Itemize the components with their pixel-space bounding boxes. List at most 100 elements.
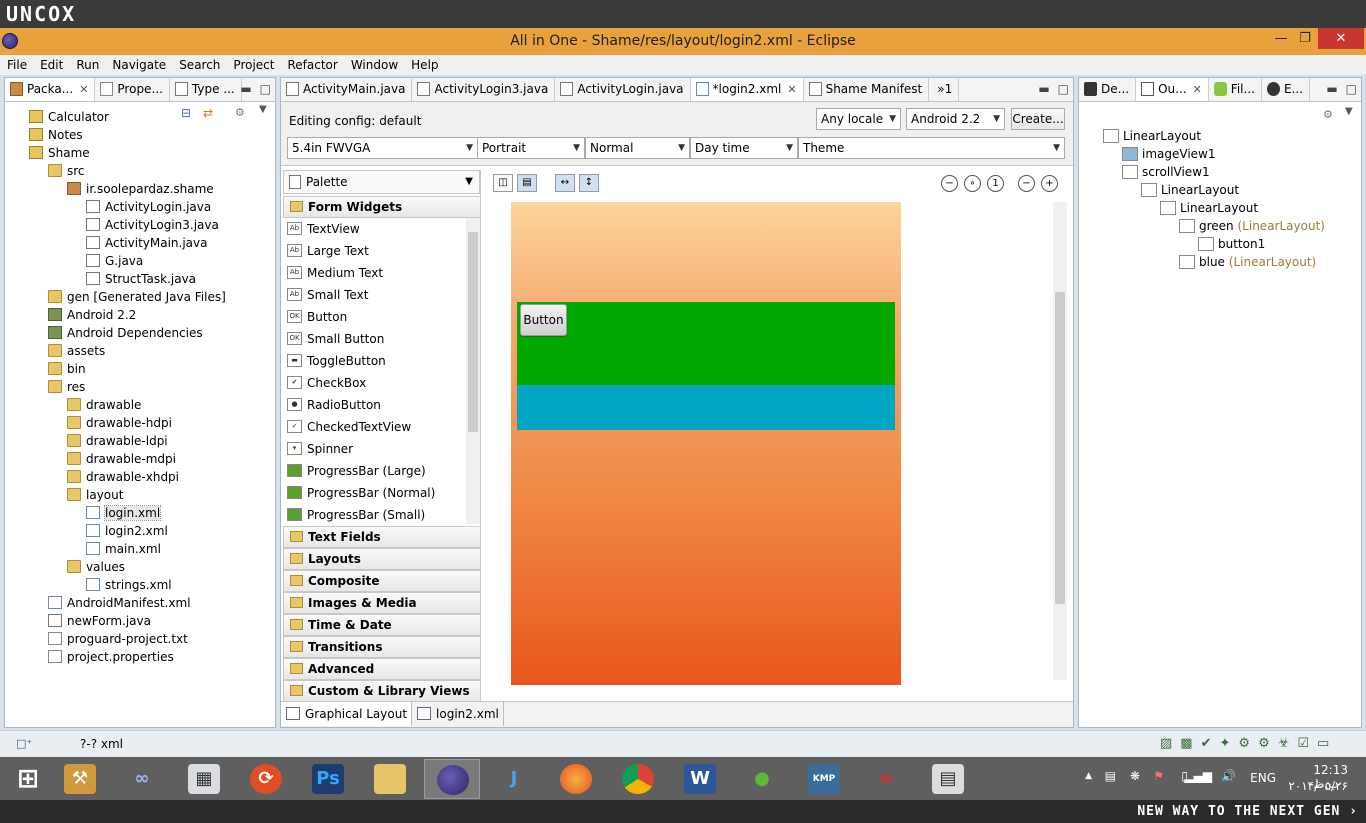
tree-item[interactable]: project.properties [48,648,174,666]
tree-item[interactable]: drawable-hdpi [67,414,172,432]
tab-file-explorer[interactable]: Fil... [1209,78,1262,101]
theme-select[interactable]: Theme ▼ [798,137,1065,159]
tray-icon-flag[interactable]: ⚑ [1153,769,1164,783]
palette-item[interactable]: OK Button [283,306,466,328]
palette-item[interactable]: OK Small Button [283,328,466,350]
tab-package-explorer[interactable]: Packa... ✕ [5,78,96,101]
tree-item[interactable]: drawable-mdpi [67,450,176,468]
tree-item[interactable]: bin [48,360,86,378]
tree-item[interactable]: Calculator [29,108,109,126]
start-button[interactable]: ⊞ [0,759,56,799]
wizard-icon[interactable]: ✦ [1220,736,1231,751]
menu-navigate[interactable]: Navigate [105,55,172,75]
device-select[interactable]: 5.4in FWVGA ▼ [287,137,478,159]
taskbar-explorer[interactable] [362,759,418,799]
editor-tab[interactable]: ActivityLogin3.java [412,78,556,101]
tab-outline[interactable]: Ou... ✕ [1136,78,1209,101]
close-icon[interactable]: ✕ [1193,83,1202,96]
palette-category[interactable]: Layouts [283,548,481,570]
outline-item[interactable]: blue (LinearLayout) [1179,253,1316,271]
tree-item[interactable]: StructTask.java [86,270,196,288]
signal-icon[interactable]: ▂▄▆ [1184,769,1212,783]
tree-item[interactable]: drawable-xhdpi [67,468,179,486]
menu-project[interactable]: Project [226,55,280,75]
volume-icon[interactable]: 🔊 [1221,769,1236,783]
clock-date[interactable]: ۲۰۱۴/۰۵/۲۶ [1288,779,1348,793]
palette-category-form-widgets[interactable]: Form Widgets [283,196,481,218]
chevron-down-icon[interactable]: ▼ [1345,106,1353,117]
tree-item[interactable]: values [67,558,125,576]
taskbar-app-red[interactable]: ⟳ [238,759,294,799]
tab-type-hierarchy[interactable]: Type ... [170,78,242,101]
palette-category[interactable]: Advanced [283,658,481,680]
show-hidden-icons[interactable]: ▲ [1085,771,1092,781]
palette-category[interactable]: Custom & Library Views [283,680,481,702]
editor-tab[interactable]: »1 [929,78,960,101]
close-icon[interactable]: ✕ [787,83,796,96]
palette-category[interactable]: Transitions [283,636,481,658]
preview-button[interactable]: Button [520,304,567,336]
palette-item[interactable]: ▾ Spinner [283,438,466,460]
tools-icon[interactable]: ⚙ [1238,736,1250,751]
minimize-icon[interactable]: ▬ [1326,78,1337,100]
taskbar-kmplayer[interactable]: KMP [796,759,852,799]
tree-item[interactable]: drawable [67,396,141,414]
link-with-editor-icon[interactable]: ⇄ [203,106,213,120]
tray-icon-shield[interactable]: ❋ [1130,769,1140,783]
tree-item[interactable]: ActivityLogin.java [86,198,211,216]
outline-item[interactable]: LinearLayout [1141,181,1239,199]
taskbar-app-rings[interactable]: ∞ [858,759,914,799]
editor-tab[interactable]: Shame Manifest [804,78,930,101]
tree-item[interactable]: AndroidManifest.xml [48,594,191,612]
taskbar-photoshop[interactable]: Ps [300,759,356,799]
tree-item[interactable]: Android Dependencies [48,324,203,342]
view-menu-icon[interactable]: ⚙ [1323,108,1333,121]
tree-item[interactable]: ActivityLogin3.java [86,216,219,234]
taskbar-calculator[interactable]: ▦ [176,759,232,799]
palette-category[interactable]: Text Fields [283,526,481,548]
tree-item[interactable]: login2.xml [86,522,168,540]
language-indicator[interactable]: ENG [1250,771,1276,785]
outline-item[interactable]: green (LinearLayout) [1179,217,1325,235]
tree-item[interactable]: G.java [86,252,143,270]
menu-file[interactable]: File [0,55,33,75]
editor-tab[interactable]: ActivityMain.java [281,78,413,101]
create-button[interactable]: Create... [1011,108,1065,130]
layout-horizontal-icon[interactable]: ◫ [493,174,513,192]
tree-item[interactable]: newForm.java [48,612,151,630]
view-menu-icon[interactable]: ⚙ [235,106,245,119]
close-button[interactable]: ✕ [1318,28,1364,49]
palette-item[interactable]: ✓ CheckedTextView [283,416,466,438]
taskbar-intellij[interactable]: J [486,759,542,799]
lint-icon[interactable]: ✔ [1201,736,1212,751]
maximize-icon[interactable]: □ [260,78,271,100]
outline-item[interactable]: LinearLayout [1103,127,1201,145]
zoom-out-icon[interactable]: − [1018,175,1035,192]
tree-item[interactable]: ActivityMain.java [86,234,207,252]
maximize-icon[interactable]: □ [1346,78,1357,100]
layout-vertical-icon[interactable]: ▤ [517,174,537,192]
fill-width-icon[interactable]: ↔ [555,174,575,192]
palette-item[interactable]: Ab Large Text [283,240,466,262]
outline-item[interactable]: LinearLayout [1160,199,1258,217]
palette-item[interactable]: Ab Medium Text [283,262,466,284]
tab-devices[interactable]: De... [1079,78,1137,101]
palette-scrollbar[interactable] [466,218,480,524]
tab-properties[interactable]: Prope... [95,78,170,101]
outline-item[interactable]: scrollView1 [1122,163,1210,181]
zoom-real-icon[interactable]: ∘ [964,175,981,192]
palette-item[interactable]: ProgressBar (Large) [283,460,466,482]
taskbar-infinity[interactable]: ∞ [114,759,170,799]
menu-help[interactable]: Help [404,55,444,75]
time-select[interactable]: Day time ▼ [690,137,798,159]
avd-icon[interactable]: ▩ [1180,736,1192,751]
zoom-in-icon[interactable]: + [1041,175,1058,192]
menu-window[interactable]: Window [344,55,404,75]
palette-item[interactable]: ProgressBar (Normal) [283,482,466,504]
palette-item[interactable]: Ab TextView [283,218,466,240]
collapse-all-icon[interactable]: ⊟ [181,106,191,120]
taskbar-app-window[interactable]: ▤ [920,759,976,799]
tree-item[interactable]: gen [Generated Java Files] [48,288,226,306]
orientation-select[interactable]: Portrait ▼ [477,137,585,159]
tree-item[interactable]: ir.soolepardaz.shame [67,180,214,198]
